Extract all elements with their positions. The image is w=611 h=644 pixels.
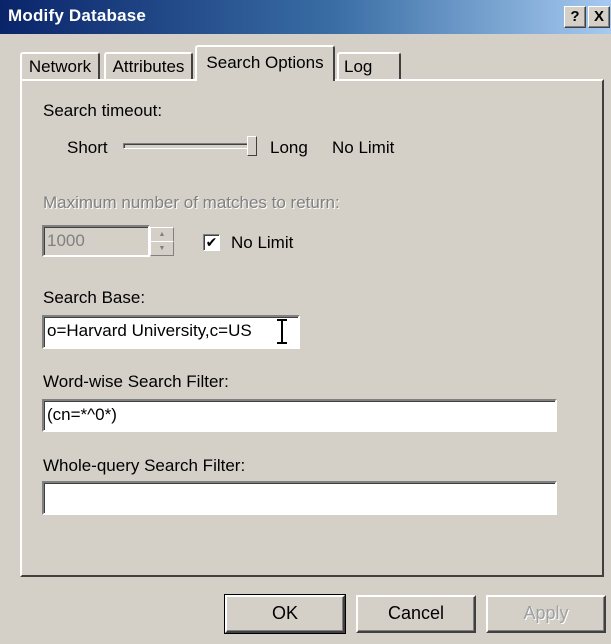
- spin-down-icon[interactable]: ▼: [150, 241, 174, 256]
- search-base-label: Search Base:: [43, 288, 146, 307]
- text-cursor-icon: [276, 319, 288, 345]
- word-filter-input[interactable]: (cn=*^0*): [42, 399, 557, 432]
- query-filter-label: Whole-query Search Filter:: [43, 456, 246, 475]
- modify-database-dialog: Modify Database ? X Network Attributes S…: [0, 0, 611, 644]
- spin-up-icon[interactable]: ▲: [150, 227, 174, 242]
- timeout-slider-track[interactable]: [123, 143, 257, 149]
- slider-min-label: Short: [67, 138, 108, 157]
- timeout-value-label: No Limit: [332, 138, 395, 157]
- search-timeout-label: Search timeout:: [43, 101, 163, 120]
- no-limit-label[interactable]: No Limit: [231, 233, 293, 253]
- slider-max-label: Long: [270, 138, 308, 157]
- query-filter-input[interactable]: [42, 481, 557, 515]
- search-base-input[interactable]: o=Harvard University,c=US: [42, 315, 300, 349]
- max-matches-label: Maximum number of matches to return:: [43, 193, 340, 212]
- no-limit-checkbox[interactable]: ✔: [203, 234, 220, 251]
- timeout-slider-thumb[interactable]: [247, 136, 257, 156]
- max-matches-input[interactable]: 1000: [42, 225, 150, 257]
- max-matches-spinner[interactable]: ▲ ▼: [150, 226, 174, 256]
- word-filter-label: Word-wise Search Filter:: [43, 372, 229, 391]
